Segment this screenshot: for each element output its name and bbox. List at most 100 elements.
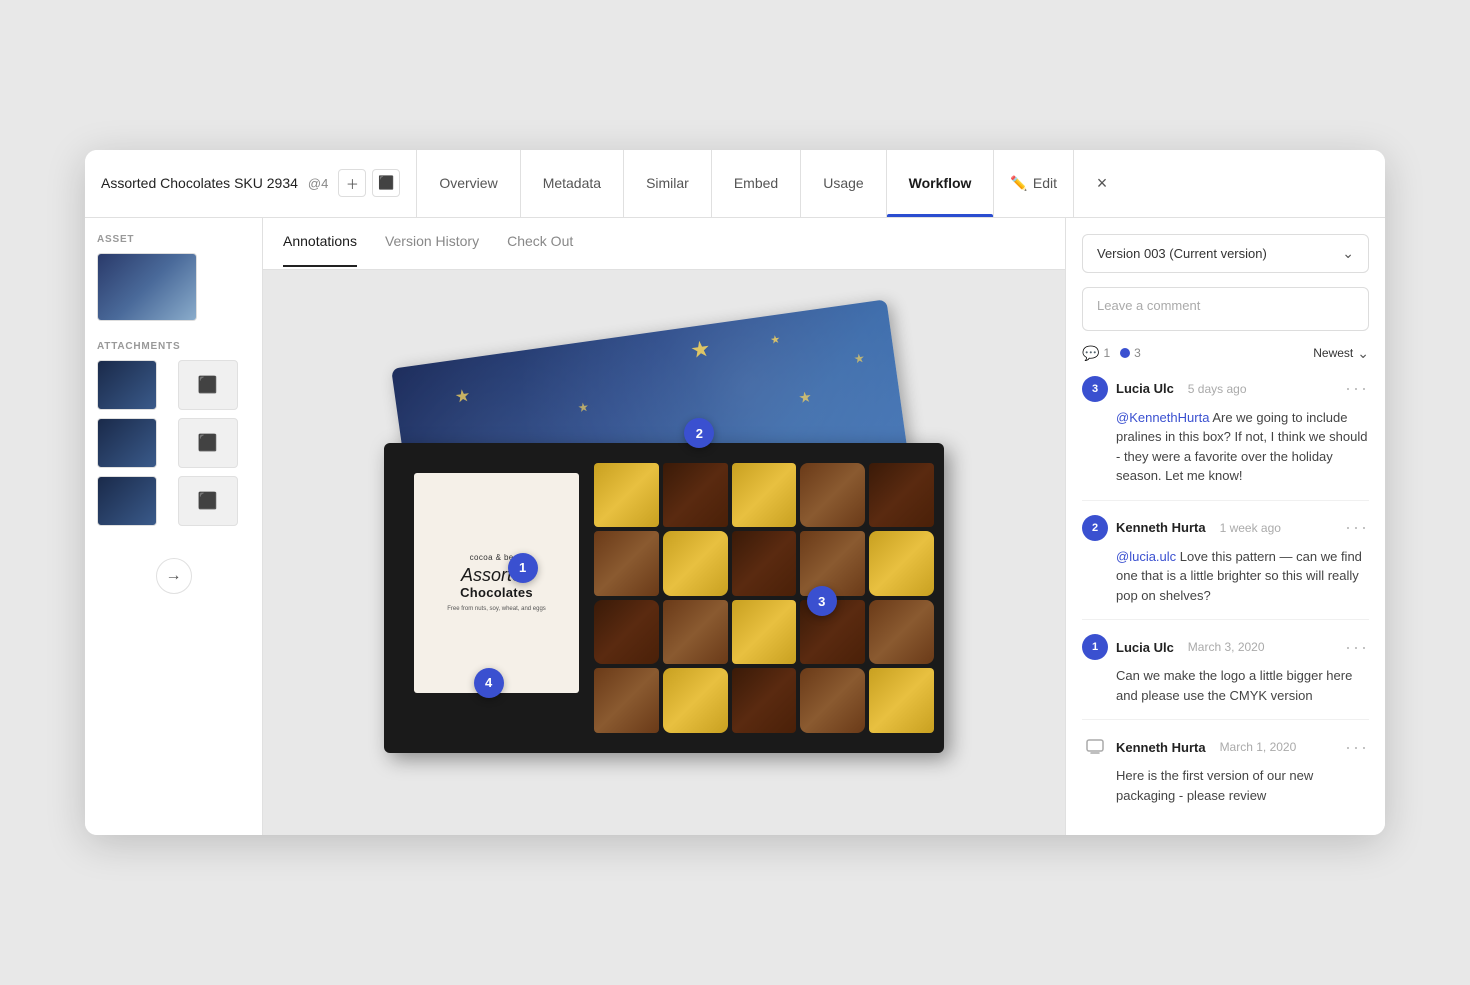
comment-header: 1 Lucia Ulc March 3, 2020 ··· [1082,634,1369,660]
mention: @lucia.ulc [1116,549,1176,564]
choc-piece [869,463,934,528]
asset-at-count: @4 [308,176,328,191]
add-icon-button[interactable]: ＋ [338,169,366,197]
attachment-item[interactable] [97,360,157,410]
close-button[interactable]: × [1074,150,1130,217]
annotation-pin-3[interactable]: 3 [807,586,837,616]
tab-similar[interactable]: Similar [624,150,712,217]
comment-header: Kenneth Hurta March 1, 2020 ··· [1082,734,1369,760]
version-dropdown[interactable]: Version 003 (Current version) ⌄ [1082,234,1369,273]
chocolates-grid [594,463,934,733]
comment-meta-bar: 💬 1 3 Newest ⌄ [1082,345,1369,362]
choc-piece [663,531,728,596]
version-label: Version 003 (Current version) [1097,246,1267,261]
comment-bubble-icon: 💬 [1082,345,1099,362]
asset-thumb-image [98,254,196,320]
comment-item: 1 Lucia Ulc March 3, 2020 ··· Can we mak… [1082,634,1369,720]
tab-usage[interactable]: Usage [801,150,886,217]
attachments-section: ATTACHMENTS ⬛ ⬛ ⬛ [97,341,250,526]
close-icon: × [1097,173,1108,194]
choc-piece [800,463,865,528]
attachment-item[interactable]: ⬛ [178,476,238,526]
comment-thread: 3 Lucia Ulc 5 days ago ··· @KennethHurta… [1082,376,1369,820]
attachment-item[interactable]: ⬛ [178,418,238,468]
choc-piece [732,531,797,596]
comment-text: Can we make the logo a little bigger her… [1116,668,1352,703]
right-panel: Version 003 (Current version) ⌄ Leave a … [1065,218,1385,836]
comment-header: 2 Kenneth Hurta 1 week ago ··· [1082,515,1369,541]
comment-placeholder: Leave a comment [1097,298,1200,313]
comment-text: Here is the first version of our new pac… [1116,768,1313,803]
comment-time: 1 week ago [1220,521,1281,535]
annotation-pin-4[interactable]: 4 [474,668,504,698]
choc-piece [869,668,934,733]
comment-body: Here is the first version of our new pac… [1082,766,1369,805]
product-image: cocoa & bean Assorted Chocolates Free fr… [324,313,1004,793]
chevron-down-icon: ⌄ [1342,245,1354,262]
author-name: Kenneth Hurta [1116,740,1206,755]
left-sidebar: ASSET ATTACHMENTS ⬛ ⬛ ⬛ → [85,218,263,836]
tab-metadata[interactable]: Metadata [521,150,624,217]
more-options-button[interactable]: ··· [1345,517,1369,538]
choc-piece [732,463,797,528]
choc-piece [594,668,659,733]
comment-body: @KennethHurta Are we going to include pr… [1082,408,1369,486]
sort-label: Newest [1313,346,1353,360]
pencil-icon: ✏️ [1010,175,1027,192]
comment-time: March 1, 2020 [1220,740,1297,754]
choc-piece [732,600,797,665]
comment-item: Kenneth Hurta March 1, 2020 ··· Here is … [1082,734,1369,819]
comment-meta-left: 💬 1 3 [1082,345,1141,362]
sub-tab-version-history[interactable]: Version History [385,233,479,253]
attachment-item[interactable]: ⬛ [178,360,238,410]
comment-item: 2 Kenneth Hurta 1 week ago ··· @lucia.ul… [1082,515,1369,621]
author-name: Lucia Ulc [1116,640,1174,655]
tab-workflow[interactable]: Workflow [887,150,995,217]
dot-blue-icon [1120,348,1130,358]
comment-author: 3 Lucia Ulc 5 days ago [1082,376,1247,402]
download-icon-button[interactable]: ⬛ [372,169,400,197]
choc-piece [869,531,934,596]
box-label: cocoa & bean Assorted Chocolates Free fr… [414,473,579,693]
next-arrow-button[interactable]: → [156,558,192,594]
choc-piece [869,600,934,665]
annotation-pin-1[interactable]: 1 [508,553,538,583]
sub-tab-check-out[interactable]: Check Out [507,233,573,253]
avatar: 1 [1082,634,1108,660]
more-options-button[interactable]: ··· [1345,378,1369,399]
asset-section-label: ASSET [97,234,250,245]
choc-piece [732,668,797,733]
choc-piece [663,668,728,733]
sub-tabs: Annotations Version History Check Out [263,218,1065,270]
main-window: Assorted Chocolates SKU 2934 @4 ＋ ⬛ Over… [85,150,1385,836]
sort-dropdown[interactable]: Newest ⌄ [1313,345,1369,362]
avatar: 3 [1082,376,1108,402]
tab-overview[interactable]: Overview [417,150,520,217]
attachments-section-label: ATTACHMENTS [97,341,250,352]
comment-header: 3 Lucia Ulc 5 days ago ··· [1082,376,1369,402]
comment-author: Kenneth Hurta March 1, 2020 [1082,734,1296,760]
asset-thumbnail[interactable] [97,253,197,321]
product-free-from: Free from nuts, soy, wheat, and eggs [447,606,546,612]
more-options-button[interactable]: ··· [1345,637,1369,658]
avatar: 2 [1082,515,1108,541]
comment-author: 2 Kenneth Hurta 1 week ago [1082,515,1281,541]
edit-button[interactable]: ✏️ Edit [994,150,1074,217]
attachment-item[interactable] [97,418,157,468]
more-options-button[interactable]: ··· [1345,737,1369,758]
comment-input[interactable]: Leave a comment [1082,287,1369,331]
main-content: ASSET ATTACHMENTS ⬛ ⬛ ⬛ → [85,218,1385,836]
chevron-down-sort-icon: ⌄ [1357,345,1369,362]
attachment-item[interactable] [97,476,157,526]
comment-body: Can we make the logo a little bigger her… [1082,666,1369,705]
count-2: 3 [1134,346,1141,360]
comment-item: 3 Lucia Ulc 5 days ago ··· @KennethHurta… [1082,376,1369,501]
sub-tab-annotations[interactable]: Annotations [283,233,357,253]
product-subtitle: Chocolates [460,585,533,600]
tab-embed[interactable]: Embed [712,150,801,217]
comment-icon [1082,734,1108,760]
comment-count-2: 3 [1120,346,1141,360]
choc-piece [663,463,728,528]
asset-section: ASSET [97,234,250,321]
choc-piece [594,531,659,596]
